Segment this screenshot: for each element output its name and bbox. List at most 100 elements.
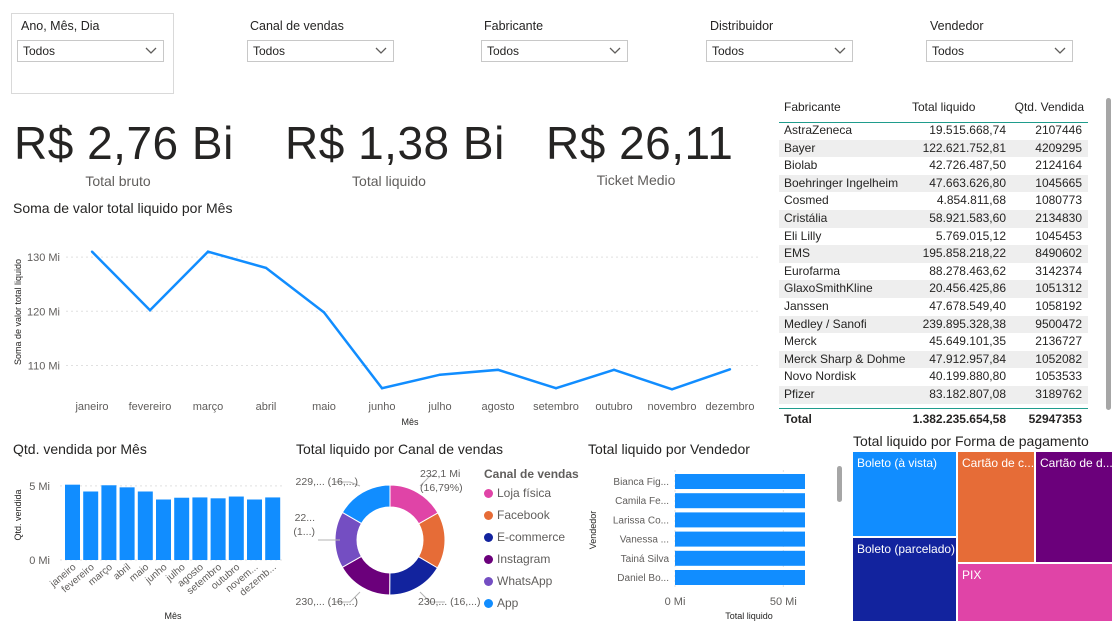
treemap-cell[interactable]: Boleto (à vista) (852, 451, 957, 537)
bar[interactable] (83, 491, 99, 560)
table-cell-qtd-vendida: 1058192 (1035, 298, 1082, 313)
table-header: Fabricante Total liquido Qtd. Vendida (779, 92, 1088, 123)
filter-dropdown-canal[interactable]: Todos (247, 40, 394, 62)
filter-label-date: Ano, Mês, Dia (21, 19, 100, 33)
fabricante-table[interactable]: Fabricante Total liquido Qtd. Vendida As… (779, 92, 1088, 431)
donut-data-label: 230,... (16,...) (418, 596, 480, 608)
bar[interactable] (101, 485, 117, 560)
filter-dropdown-date[interactable]: Todos (17, 40, 164, 62)
vendedor-bar-chart[interactable]: 0 Mi 50 Mi Bianca Fig... Camila Fe... Lariss… (580, 460, 842, 626)
filter-label-distribuidor: Distribuidor (710, 19, 774, 33)
line-point[interactable] (380, 387, 384, 390)
bar[interactable] (675, 474, 805, 489)
line-point[interactable] (322, 311, 326, 314)
treemap-cell[interactable]: Cartão de d... (1035, 451, 1113, 563)
table-cell-fabricante: Novo Nordisk (784, 369, 857, 384)
table-row[interactable]: Biolab 42.726.487,50 2124164 (779, 157, 1088, 175)
table-cell-qtd-vendida: 1080773 (1035, 193, 1082, 208)
table-row[interactable]: Novo Nordisk 40.199.880,80 1053533 (779, 368, 1088, 386)
bar[interactable] (675, 512, 805, 528)
table-row[interactable]: Merck Sharp & Dohme 47.912.957,84 1052082 (779, 350, 1088, 369)
table-row[interactable]: Boehringer Ingelheim 47.663.626,80 1045665 (779, 174, 1088, 193)
qtd-vendida-bar-chart[interactable]: 5 Mi0 Mijaneirofevereiromarçoabrilmaioju… (0, 460, 290, 626)
bar[interactable] (119, 487, 135, 560)
bar[interactable] (210, 498, 226, 560)
bar[interactable] (675, 531, 805, 547)
legend-item[interactable]: App (484, 596, 518, 610)
y-tick-label: Bianca Fig... (613, 477, 669, 488)
line-point[interactable] (438, 373, 442, 376)
canal-donut-chart[interactable]: 232,1 Mi (16,79%) 230,... (16,...) 230,... … (290, 460, 480, 626)
legend-item[interactable]: Facebook (484, 508, 550, 522)
table-cell-total-liquido: 19.515.668,74 (929, 123, 1006, 137)
treemap-cell[interactable]: Boleto (parcelado) (852, 537, 957, 622)
treemap-cell[interactable]: Cartão de c... (957, 451, 1035, 563)
bar[interactable] (192, 497, 208, 560)
chevron-down-icon (609, 47, 621, 54)
table-row[interactable]: Janssen 47.678.549,40 1058192 (779, 298, 1088, 316)
line-point[interactable] (612, 368, 616, 372)
line-point[interactable] (554, 387, 558, 390)
line-series[interactable] (91, 250, 731, 391)
line-point[interactable] (496, 368, 500, 372)
x-tick-label: maio (312, 401, 336, 413)
legend-label: Loja física (497, 486, 552, 500)
table-cell-total-liquido: 58.921.583,60 (929, 210, 1006, 225)
table-row[interactable]: Medley / Sanofi 239.895.328,38 9500472 (779, 315, 1088, 334)
line-point[interactable] (728, 368, 732, 371)
bar[interactable] (156, 499, 171, 560)
line-chart[interactable]: 130 Mi 120 Mi 110 Mi janeiro fevereiro março a… (0, 220, 770, 430)
table-cell-qtd-vendida: 2134830 (1035, 210, 1082, 225)
bar[interactable] (265, 497, 281, 560)
line-point[interactable] (90, 250, 94, 253)
bar[interactable] (675, 550, 805, 566)
bar[interactable] (65, 484, 80, 560)
table-row[interactable]: AstraZeneca 19.515.668,74 2107446 (779, 122, 1088, 140)
table-cell-fabricante: Medley / Sanofi (784, 316, 867, 331)
pagamento-treemap[interactable]: Boleto (à vista) Boleto (parcelado) Cartão… (852, 451, 1113, 622)
table-row[interactable]: Eli Lilly 5.769.015,12 1045453 (779, 228, 1088, 246)
chevron-down-icon (145, 47, 157, 54)
legend-item[interactable]: E-commerce (484, 530, 565, 544)
legend-item[interactable]: WhatsApp (484, 574, 552, 588)
line-point[interactable] (148, 309, 152, 312)
table-row[interactable]: Merck 45.649.101,35 2136727 (779, 333, 1088, 351)
x-tick-label: julho (427, 401, 451, 413)
bar[interactable] (137, 491, 153, 560)
legend-item[interactable]: Loja física (484, 486, 551, 500)
bar[interactable] (675, 493, 805, 509)
table-cell-qtd-vendida: 9500472 (1035, 316, 1082, 331)
legend-item[interactable]: Instagram (484, 552, 550, 566)
x-tick-label: fevereiro (129, 401, 172, 413)
filter-dropdown-fabricante[interactable]: Todos (481, 40, 628, 62)
bar[interactable] (174, 497, 190, 560)
table-row[interactable]: EMS 195.858.218,22 8490602 (779, 245, 1088, 263)
table-row[interactable]: Cosmed 4.854.811,68 1080773 (779, 192, 1088, 210)
filter-dropdown-distribuidor[interactable]: Todos (706, 40, 853, 62)
table-row[interactable]: GlaxoSmithKline 20.456.425,86 1051312 (779, 280, 1088, 298)
table-cell-total-liquido: 83.182.807,08 (929, 386, 1006, 401)
table-header-fabricante[interactable]: Fabricante (784, 100, 841, 114)
table-row[interactable]: Cristália 58.921.583,60 2134830 (779, 209, 1088, 228)
table-scrollbar[interactable] (1106, 98, 1111, 410)
filter-label-vendedor: Vendedor (930, 19, 984, 33)
table-row[interactable]: Pfizer 83.182.807,08 3189762 (779, 385, 1088, 404)
bar[interactable] (228, 496, 244, 560)
x-tick-label: novembro (648, 401, 697, 413)
table-row[interactable]: Bayer 122.621.752,81 4209295 (779, 139, 1088, 158)
line-point[interactable] (206, 250, 210, 253)
filter-dropdown-vendedor[interactable]: Todos (926, 40, 1073, 62)
table-header-qtd-vendida[interactable]: Qtd. Vendida (1015, 100, 1084, 114)
table-cell-fabricante: Eurofarma (784, 263, 841, 278)
table-row[interactable]: Eurofarma 88.278.463,62 3142374 (779, 263, 1088, 281)
bar[interactable] (247, 499, 262, 560)
treemap-cell[interactable]: PIX (957, 563, 1113, 622)
donut-legend-title: Canal de vendas (484, 467, 579, 481)
line-point[interactable] (264, 266, 268, 270)
vendedor-scrollbar[interactable] (837, 466, 842, 502)
line-point[interactable] (670, 388, 674, 391)
y-tick-label: 120 Mi (27, 306, 60, 318)
bar[interactable] (675, 570, 805, 585)
table-header-total-liquido[interactable]: Total liquido (912, 100, 975, 114)
legend-marker (484, 533, 493, 542)
